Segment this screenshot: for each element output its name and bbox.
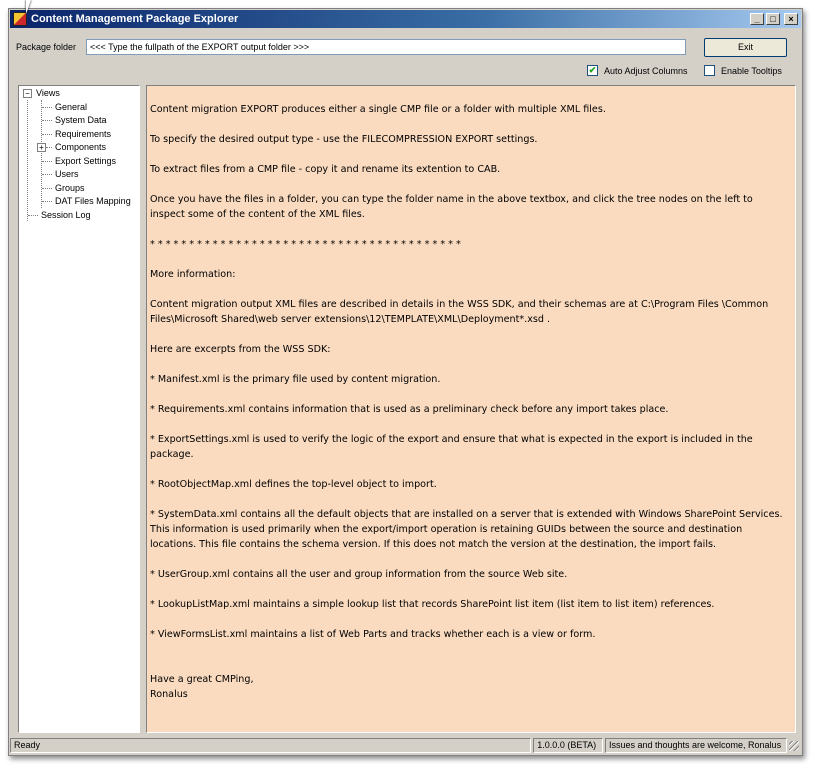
tree-node-requirements[interactable]: Requirements [55,129,111,139]
collapse-icon[interactable]: − [23,89,32,98]
tree-line [42,161,52,162]
checkmark-icon: ✔ [587,65,598,76]
maximize-button[interactable]: □ [766,13,780,25]
app-window: Content Management Package Explorer _ □ … [8,8,803,756]
info-paragraph: To specify the desired output type - use… [150,134,538,145]
app-icon[interactable] [13,12,27,26]
title-bar[interactable]: Content Management Package Explorer _ □ … [10,10,801,28]
package-folder-input[interactable] [86,39,686,55]
info-paragraph: * LookupListMap.xml maintains a simple l… [150,599,715,610]
resize-grip-icon[interactable] [789,740,799,751]
tree-line [42,134,52,135]
tree-line [28,215,38,216]
info-paragraph: * UserGroup.xml contains all the user an… [150,569,568,580]
tree-node-users[interactable]: Users [55,169,79,179]
info-panel[interactable]: Content migration EXPORT produces either… [146,85,796,733]
status-version: 1.0.0.0 (BETA) [533,738,603,753]
tree-node-general[interactable]: General [55,102,87,112]
info-paragraph: Here are excerpts from the WSS SDK: [150,344,331,355]
tree-node-views[interactable]: Views [36,88,60,98]
tree-node-export-settings[interactable]: Export Settings [55,156,116,166]
auto-adjust-columns-label: Auto Adjust Columns [604,65,688,76]
close-button[interactable]: × [784,13,798,25]
info-paragraph: * RootObjectMap.xml defines the top-leve… [150,479,437,490]
exit-button[interactable]: Exit [704,38,787,57]
views-tree[interactable]: − Views General System Data Requirements… [18,85,140,733]
info-paragraph: * ExportSettings.xml is used to verify t… [150,434,753,460]
tree-node-dat-files-mapping[interactable]: DAT Files Mapping [55,196,131,206]
signoff-name: Ronalus [150,689,188,700]
info-paragraph: Content migration output XML files are d… [150,299,769,325]
empty-checkbox-icon [704,65,715,76]
tree-line [41,100,42,208]
tree-node-system-data[interactable]: System Data [55,115,107,125]
enable-tooltips-checkbox[interactable]: Enable Tooltips [704,65,782,76]
info-paragraph: More information: [150,269,236,280]
signoff-line: Have a great CMPing, [150,674,254,685]
tree-line [27,100,28,221]
tree-line [42,201,52,202]
mouse-cursor-icon [26,0,36,14]
info-paragraph: Content migration EXPORT produces either… [150,104,606,115]
status-bar: Ready 1.0.0.0 (BETA) Issues and thoughts… [10,737,801,754]
expand-icon[interactable]: + [37,143,46,152]
window-title: Content Management Package Explorer [31,13,239,25]
tree-node-groups[interactable]: Groups [55,183,85,193]
tree-line [42,174,52,175]
minimize-button[interactable]: _ [750,13,764,25]
info-paragraph: Once you have the files in a folder, you… [150,194,753,220]
package-folder-label: Package folder [16,42,77,52]
enable-tooltips-label: Enable Tooltips [721,65,782,76]
separator-line: * * * * * * * * * * * * * * * * * * * * … [150,239,461,250]
info-paragraph: * SystemData.xml contains all the defaul… [150,509,783,550]
info-paragraph: * Requirements.xml contains information … [150,404,669,415]
tree-line [46,147,52,148]
info-paragraph: * Manifest.xml is the primary file used … [150,374,441,385]
tree-line [42,188,52,189]
tree-line [42,107,52,108]
auto-adjust-columns-checkbox[interactable]: ✔ Auto Adjust Columns [587,65,688,76]
tree-line [42,120,52,121]
status-message: Issues and thoughts are welcome, Ronalus [604,738,788,753]
info-paragraph: To extract files from a CMP file - copy … [150,164,501,175]
status-ready: Ready [10,738,532,753]
tree-node-session-log[interactable]: Session Log [41,210,91,220]
info-paragraph: * ViewFormsList.xml maintains a list of … [150,629,596,640]
tree-node-components[interactable]: Components [55,142,106,152]
